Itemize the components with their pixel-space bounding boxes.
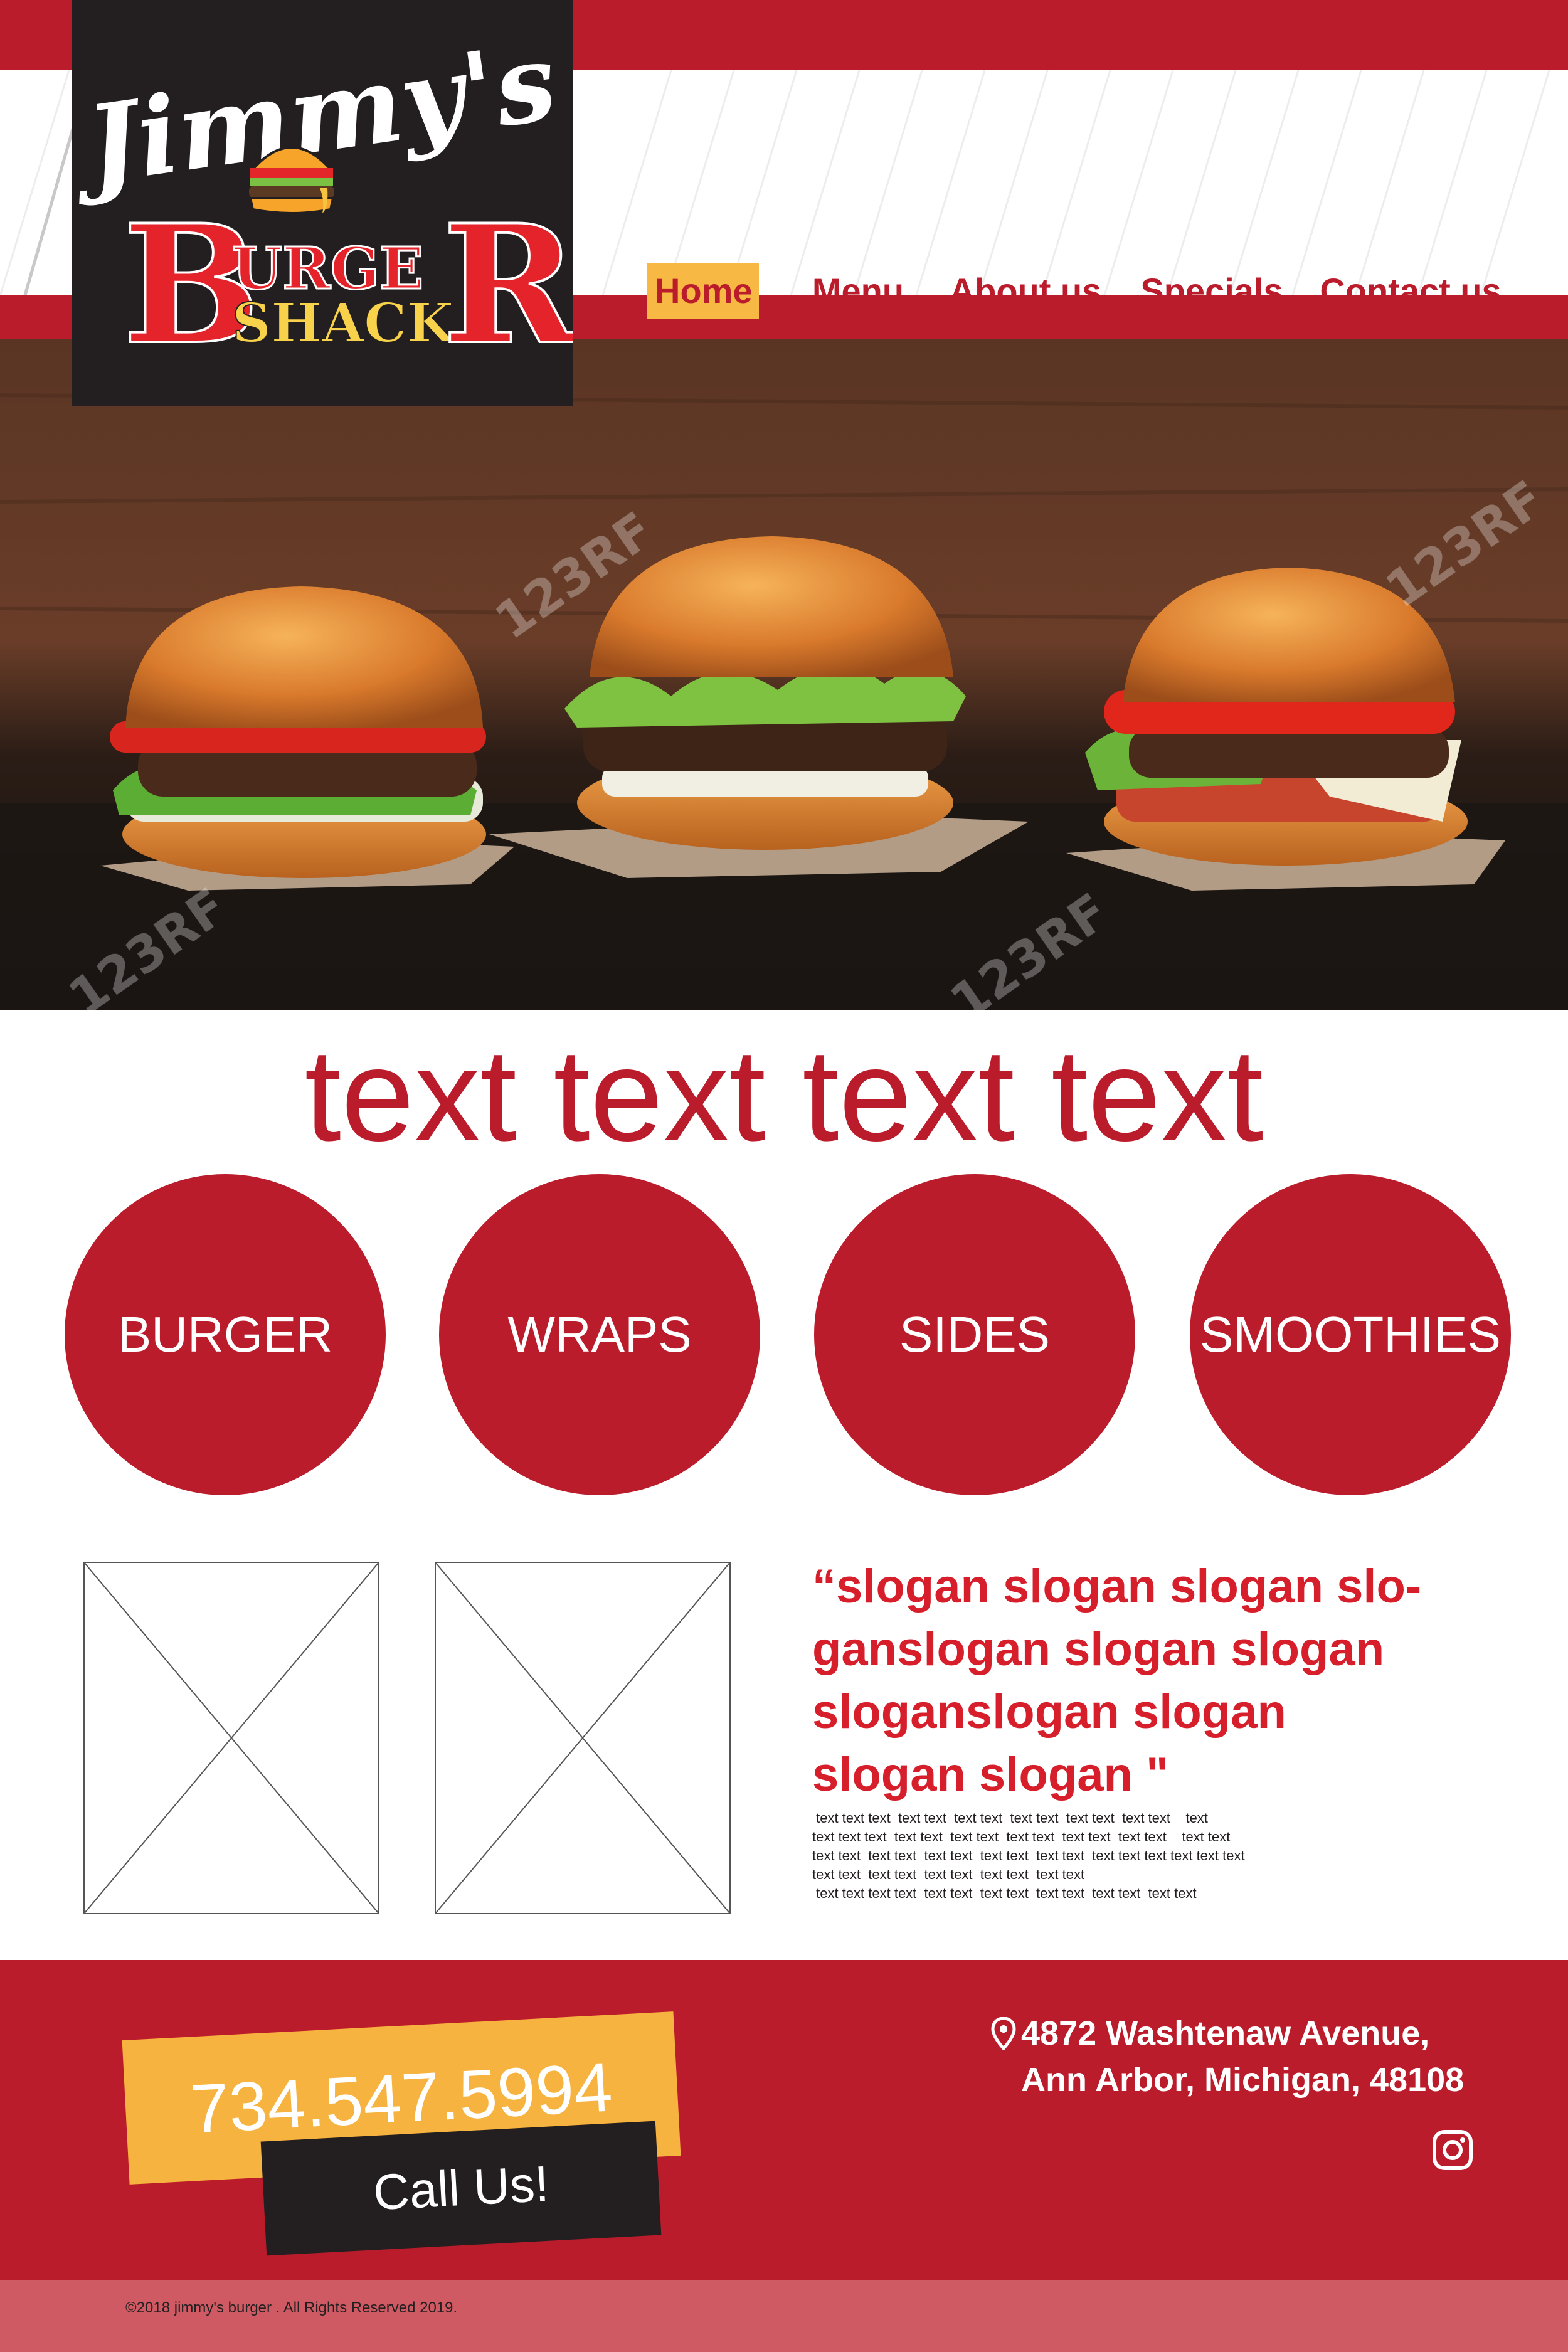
body-text-line: text text text text text text text text … <box>812 1885 1197 1901</box>
body-text-line: text text text text text text text text … <box>812 1829 1231 1845</box>
nav-specials[interactable]: Specials <box>1136 263 1287 319</box>
body-text-line: text text text text text text text text … <box>812 1810 1208 1826</box>
image-placeholder-2 <box>435 1562 731 1914</box>
category-smoothies-button[interactable]: SMOOTHIES <box>1190 1174 1511 1495</box>
logo-shack-text: SHACK <box>232 292 456 355</box>
nav-about-us[interactable]: About us <box>941 263 1110 319</box>
slogan-line: “slogan slogan slogan slo- <box>812 1560 1422 1613</box>
category-wraps-button[interactable]: WRAPS <box>439 1174 760 1495</box>
location-pin-icon <box>991 2017 1016 2050</box>
slogan: “slogan slogan slogan slo- ganslogan slo… <box>812 1555 1534 1806</box>
address: 4872 Washtenaw Avenue, Ann Arbor, Michig… <box>991 2010 1543 2103</box>
nav-home[interactable]: Home <box>647 263 759 319</box>
logo[interactable]: Jimmy's B URGE SHACK R <box>63 0 581 406</box>
call-us-button[interactable]: Call Us! <box>260 2121 662 2256</box>
nav-contact-us[interactable]: Contact us <box>1313 263 1508 319</box>
body-text-line: text text text text text text text text … <box>812 1848 1245 1863</box>
nav-menu[interactable]: Menu <box>804 263 912 319</box>
address-line-1: 4872 Washtenaw Avenue, <box>1021 2015 1430 2052</box>
hero-image: 123RF 123RF 123RF 123RF <box>0 339 1568 1010</box>
category-sides-button[interactable]: SIDES <box>814 1174 1135 1495</box>
copyright-text: ©2018 jimmy's burger . All Rights Reserv… <box>125 2299 458 2316</box>
slogan-line: sloganslogan slogan <box>812 1685 1286 1739</box>
body-text-line: text text text text text text text text … <box>812 1867 1085 1882</box>
page-headline: text text text text <box>304 1021 1264 1168</box>
category-burger-button[interactable]: BURGER <box>65 1174 386 1495</box>
address-line-2: Ann Arbor, Michigan, 48108 <box>1021 2061 1465 2099</box>
logo-r-letter: R <box>442 189 573 381</box>
instagram-icon[interactable] <box>1432 2129 1473 2171</box>
slogan-line: slogan slogan " <box>812 1748 1169 1801</box>
slogan-line: ganslogan slogan slogan <box>812 1623 1385 1676</box>
image-placeholder-1 <box>83 1562 379 1914</box>
body-text: text text text text text text text text … <box>812 1809 1352 1903</box>
